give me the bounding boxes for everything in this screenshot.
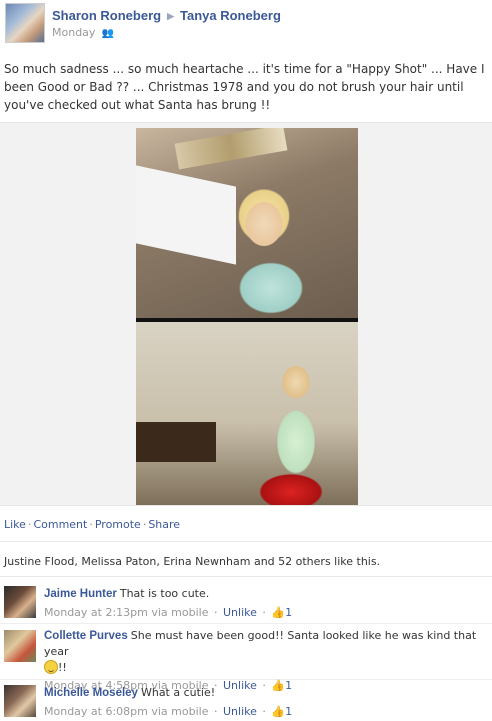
author-name-link[interactable]: Sharon Roneberg [52, 8, 161, 23]
smiley-icon [44, 660, 58, 674]
target-name-link[interactable]: Tanya Roneberg [180, 8, 281, 23]
comment-meta: Monday at 6:08pm via mobile · Unlike · 👍… [44, 704, 484, 719]
commenter-avatar[interactable] [4, 630, 36, 662]
post-actions: Like · Comment · Promote · Share [4, 518, 180, 531]
like-link[interactable]: Like [4, 518, 26, 531]
photo-top-half [136, 128, 358, 318]
comment-like-count[interactable]: 1 [285, 606, 292, 619]
photo-bottom-half [136, 322, 358, 505]
cabinet [136, 422, 216, 462]
comment-text-after: !! [58, 661, 67, 674]
separator: · [262, 705, 266, 718]
post-photo[interactable] [136, 128, 358, 505]
comment-like-count[interactable]: 1 [285, 705, 292, 718]
comment-item: Collette Purves She must have been good!!… [0, 626, 492, 692]
separator: · [213, 606, 218, 619]
unlike-link[interactable]: Unlike [223, 606, 257, 619]
right-triangle-icon: ▶ [167, 11, 174, 21]
comment-time[interactable]: Monday at 2:13pm via mobile [44, 606, 208, 619]
commenter-avatar[interactable] [4, 685, 36, 717]
commenter-avatar[interactable] [4, 586, 36, 618]
comment-text: What a cutie! [140, 686, 216, 699]
likes-text[interactable]: Justine Flood, Melissa Paton, Erina Newn… [4, 555, 380, 568]
post-header: Sharon Roneberg ▶ Tanya Roneberg Monday 👥 [0, 0, 492, 50]
share-link[interactable]: Share [148, 518, 180, 531]
comment-item: Michelle Moseley What a cutie! Monday at … [0, 683, 492, 721]
unlike-link[interactable]: Unlike [223, 705, 257, 718]
commenter-name[interactable]: Jaime Hunter [44, 588, 117, 600]
comment-link[interactable]: Comment [33, 518, 87, 531]
comment-item: Jaime Hunter That is too cute. Monday at … [0, 584, 492, 624]
post-message: So much sadness ... so much heartache ..… [4, 62, 485, 112]
comment-body: Michelle Moseley What a cutie! Monday at … [44, 685, 484, 719]
separator: · [89, 518, 93, 531]
promote-link[interactable]: Promote [95, 518, 141, 531]
separator: · [27, 518, 32, 531]
santa-bag [136, 165, 236, 265]
comment-body: Jaime Hunter That is too cute. Monday at … [44, 586, 484, 620]
separator: · [142, 518, 147, 531]
post-names: Sharon Roneberg ▶ Tanya Roneberg [52, 8, 281, 23]
wrapping-paper [174, 128, 288, 170]
commenter-name[interactable]: Michelle Moseley [44, 687, 138, 699]
thumbs-up-icon[interactable]: 👍 [271, 605, 285, 620]
photo-area [0, 122, 492, 506]
comment-time[interactable]: Monday at 6:08pm via mobile [44, 705, 208, 718]
comment-meta: Monday at 2:13pm via mobile · Unlike · 👍… [44, 605, 484, 620]
toy [256, 472, 326, 505]
comment-text-cont: !! [44, 660, 484, 675]
likes-summary: Justine Flood, Melissa Paton, Erina Newn… [0, 541, 492, 577]
commenter-name[interactable]: Collette Purves [44, 630, 128, 642]
friends-icon[interactable]: 👥 [101, 28, 113, 39]
post-timestamp[interactable]: Monday [52, 26, 95, 39]
author-avatar[interactable] [5, 3, 45, 43]
thumbs-up-icon[interactable]: 👍 [271, 704, 285, 719]
separator: · [262, 606, 266, 619]
comment-text: That is too cute. [119, 587, 210, 600]
separator: · [213, 705, 218, 718]
post-timestamp-row: Monday 👥 [52, 26, 114, 39]
